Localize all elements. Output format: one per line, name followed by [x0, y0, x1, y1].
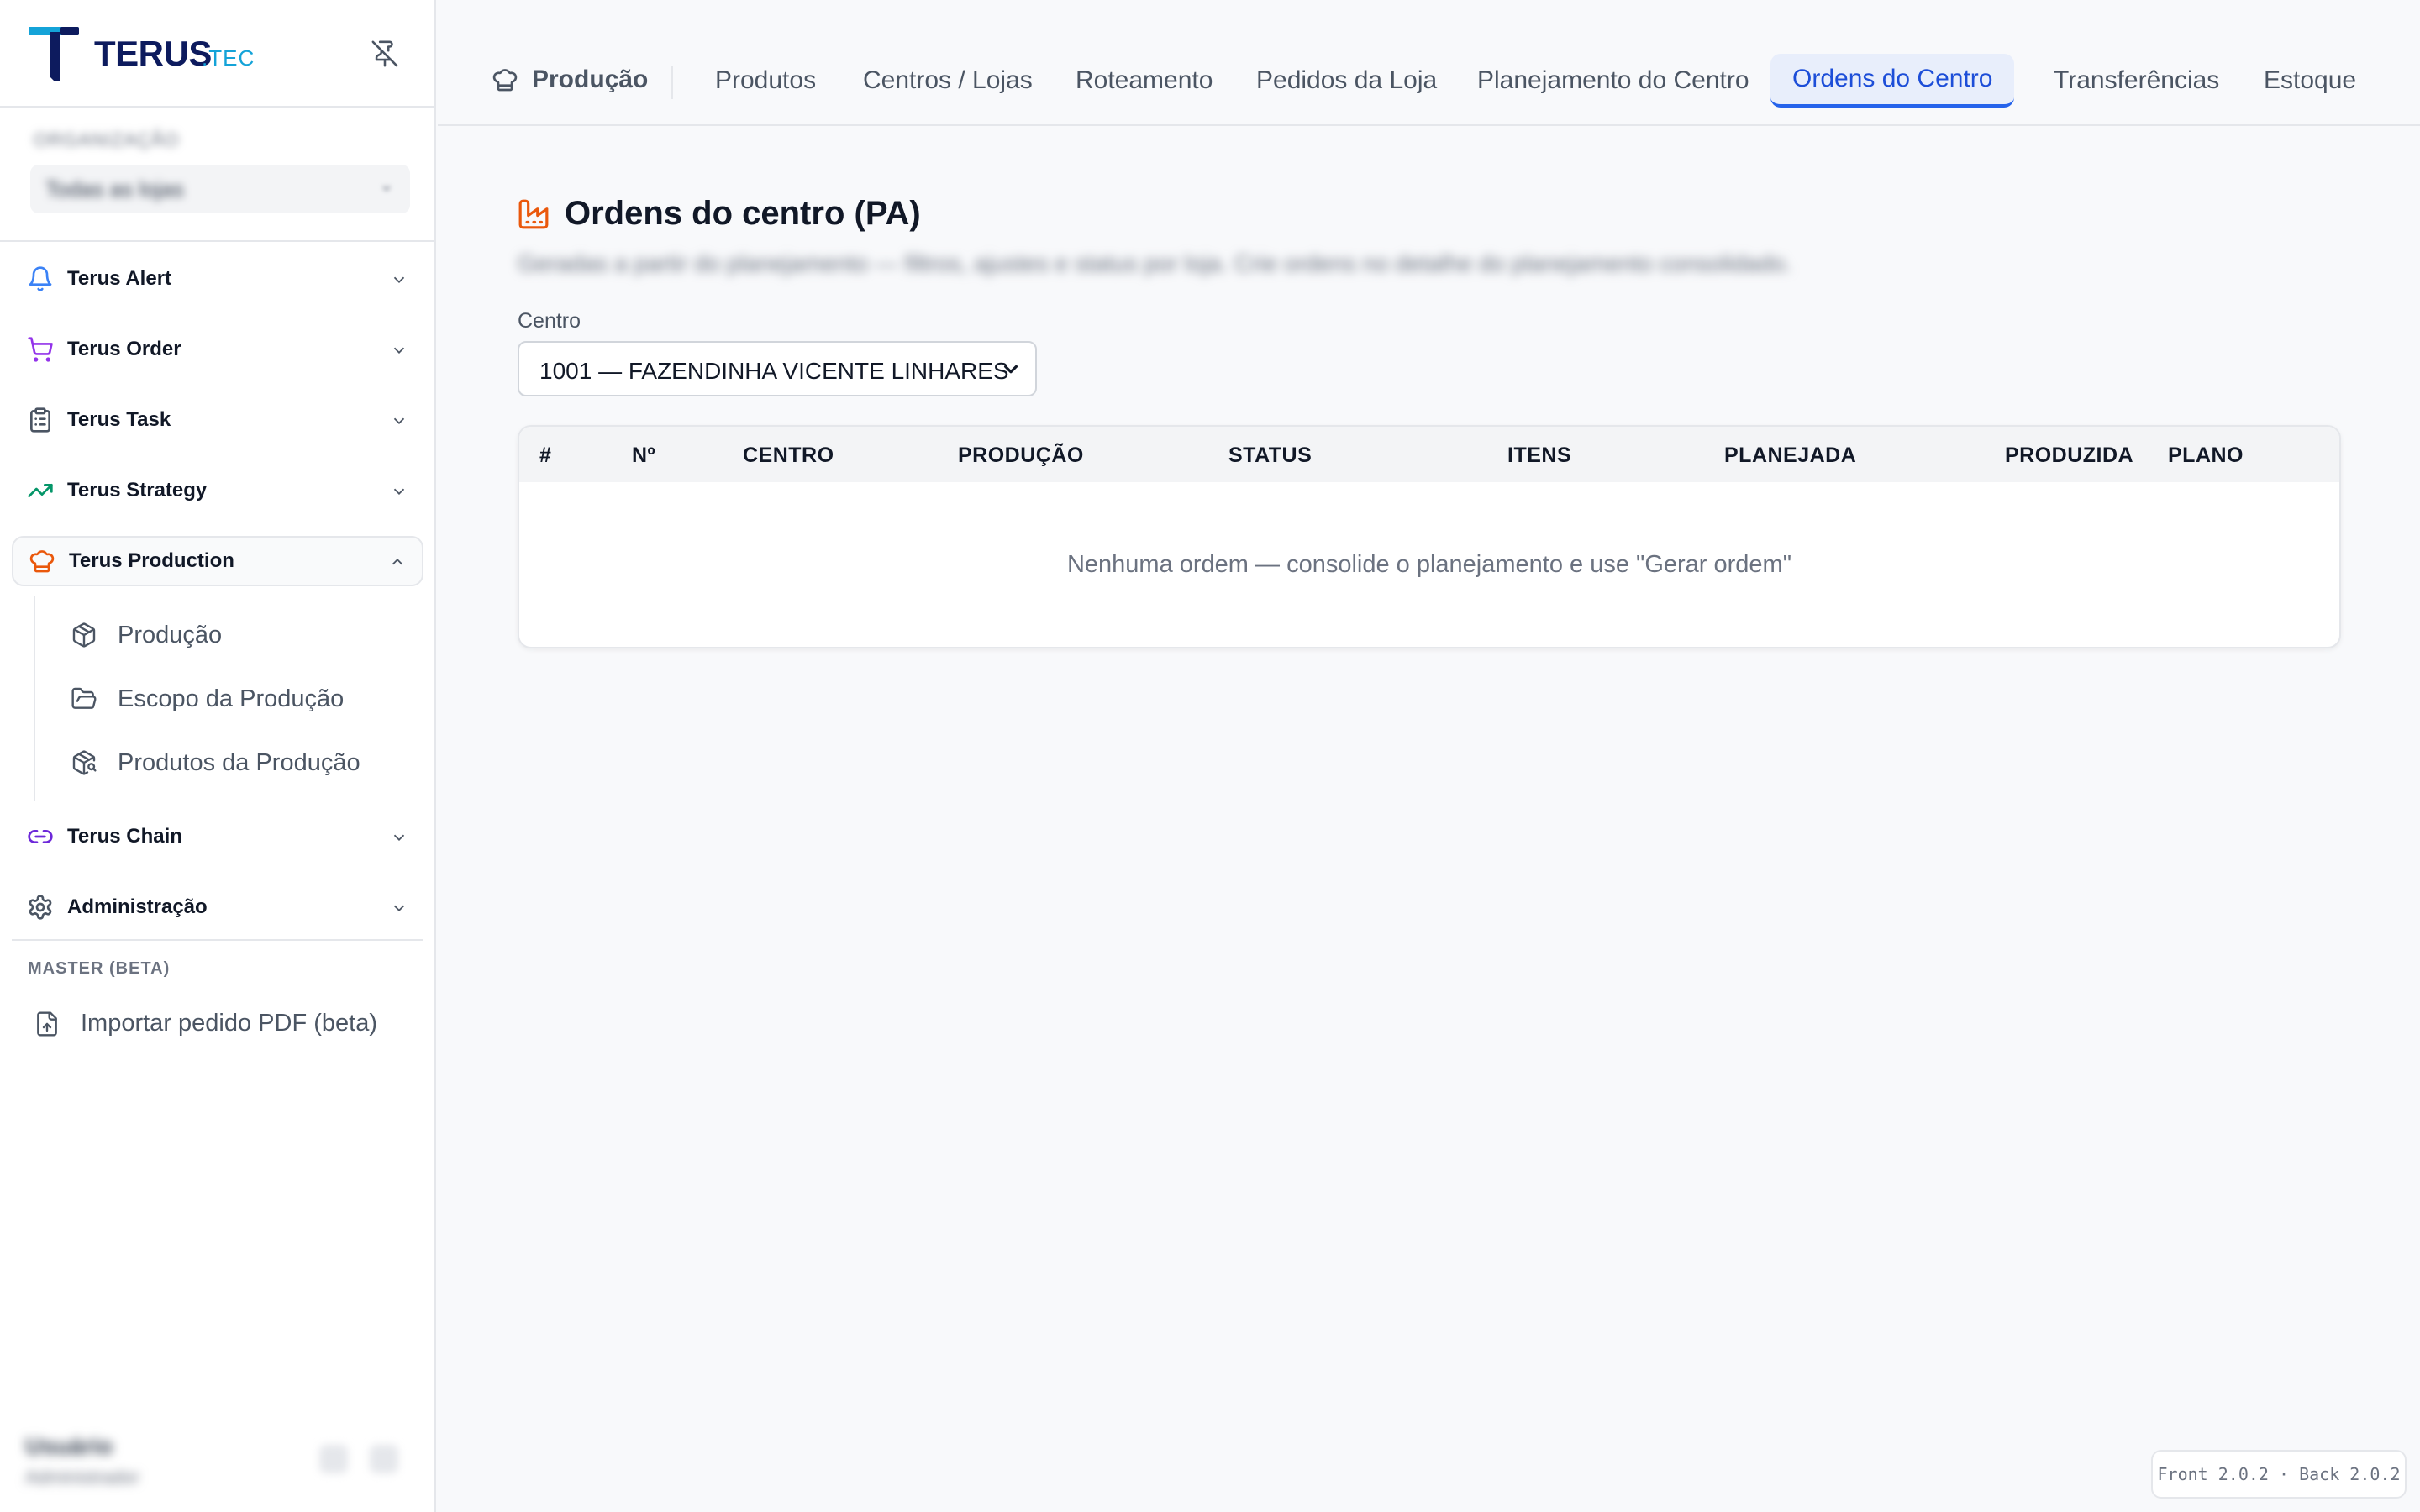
subnav-item-label: Produtos da Produção [118, 749, 360, 776]
top-nav: Produção Produtos Centros / Lojas Roteam… [438, 0, 2420, 126]
brand-suffix: .TEC [202, 45, 255, 71]
sidebar-item-terus-task[interactable]: Terus Task [12, 385, 424, 455]
package-search-icon [72, 750, 97, 775]
gear-icon [29, 895, 52, 920]
page-description: Geradas a partir do planejamento — filtr… [518, 250, 1792, 276]
chevron-down-icon [382, 186, 391, 192]
import-pdf-order-link[interactable]: Importar pedido PDF (beta) [12, 998, 424, 1052]
chevron-down-icon [393, 834, 405, 842]
pin-off-icon [371, 40, 398, 67]
page-header: Ordens do centro (PA) [518, 195, 921, 233]
sidebar-item-label: Terus Task [67, 408, 171, 431]
brand-name: TERUS [94, 34, 212, 73]
sidebar-item-administracao[interactable]: Administração [12, 872, 424, 942]
tab-estoque[interactable]: Estoque [2242, 54, 2378, 108]
tab-pedidos-da-loja[interactable]: Pedidos da Loja [1234, 54, 1459, 108]
logout-button[interactable] [370, 1445, 398, 1473]
table-header: # Nº CENTRO PRODUÇÃO STATUS ITENS PLANEJ… [519, 427, 2339, 482]
chevron-down-icon [393, 417, 405, 425]
version-badge: Front 2.0.2 · Back 2.0.2 [2151, 1450, 2407, 1499]
center-field-label: Centro [518, 309, 581, 333]
user-profile: Usuário Administrador [0, 1411, 436, 1512]
trending-up-icon [28, 484, 53, 497]
chevron-down-icon [1003, 365, 1018, 374]
tab-ordens-do-centro[interactable]: Ordens do Centro [1770, 54, 2015, 108]
subnav-item-producao[interactable]: Produção [35, 603, 424, 667]
master-section-label: MASTER (BETA) [28, 959, 171, 978]
organization-label: ORGANIZAÇÃO [34, 129, 180, 150]
unpin-sidebar-button[interactable] [368, 37, 402, 71]
sidebar-item-terus-strategy[interactable]: Terus Strategy [12, 455, 424, 526]
subnav-item-label: Escopo da Produção [118, 685, 345, 712]
tab-roteamento[interactable]: Roteamento [1054, 54, 1234, 108]
subnav-item-escopo-da-producao[interactable]: Escopo da Produção [35, 667, 424, 731]
clipboard-icon [30, 407, 50, 433]
column-header-status: STATUS [1228, 444, 1313, 467]
sidebar-item-label: Terus Order [67, 338, 182, 360]
sidebar-divider [12, 939, 424, 941]
subnav-item-produtos-da-producao[interactable]: Produtos da Produção [35, 731, 424, 795]
import-pdf-order-label: Importar pedido PDF (beta) [81, 1010, 377, 1037]
organization-select[interactable]: Todas as lojas [30, 165, 410, 213]
chef-hat-icon [29, 550, 55, 573]
bell-icon [29, 266, 52, 291]
sidebar-item-terus-chain[interactable]: Terus Chain [12, 801, 424, 872]
subnav-item-label: Produção [118, 622, 223, 648]
sidebar-item-terus-alert[interactable]: Terus Alert [12, 244, 424, 314]
column-header-produzida: PRODUZIDA [2005, 444, 2134, 467]
tab-centros-lojas[interactable]: Centros / Lojas [841, 54, 1055, 108]
sidebar-nav: Terus Alert Terus Order Terus Task Terus… [12, 244, 424, 942]
factory-icon [518, 199, 549, 228]
link-icon [28, 830, 53, 843]
user-role: Administrador [25, 1467, 139, 1488]
chevron-down-icon [393, 905, 405, 912]
file-upload-icon [37, 1011, 57, 1037]
sidebar-item-label: Terus Chain [67, 825, 182, 848]
sidebar-item-label: Terus Strategy [67, 479, 208, 501]
column-header-itens: ITENS [1507, 444, 1572, 467]
column-header-index: # [539, 444, 552, 467]
breadcrumb-separator [671, 66, 673, 99]
column-header-number: Nº [632, 444, 656, 467]
folder-open-icon [71, 687, 97, 709]
production-subnav: Produção Escopo da Produção Produtos da … [34, 596, 424, 801]
logo-row: TERUS .TEC [0, 0, 436, 108]
chevron-up-icon [392, 558, 403, 565]
cart-icon [28, 337, 53, 362]
tab-planejamento-do-centro[interactable]: Planejamento do Centro [1455, 54, 1771, 108]
breadcrumb-label: Produção [532, 66, 649, 93]
breadcrumb: Produção [492, 66, 648, 94]
tab-transferencias[interactable]: Transferências [2032, 54, 2241, 108]
center-select-value: 1001 — FAZENDINHA VICENTE LINHARES [539, 358, 1009, 384]
sidebar-item-terus-order[interactable]: Terus Order [12, 314, 424, 385]
column-header-producao: PRODUÇÃO [958, 444, 1084, 467]
column-header-planejada: PLANEJADA [1724, 444, 1857, 467]
column-header-centro: CENTRO [743, 444, 834, 467]
chevron-down-icon [393, 347, 405, 354]
sidebar-item-label: Administração [67, 895, 208, 918]
box-icon [72, 622, 96, 648]
column-header-plano: PLANO [2168, 444, 2244, 467]
user-settings-button[interactable] [319, 1445, 348, 1473]
empty-state-message: Nenhuma ordem — consolide o planejamento… [1066, 551, 1792, 578]
organization-selector: ORGANIZAÇÃO Todas as lojas [0, 108, 436, 242]
orders-table: # Nº CENTRO PRODUÇÃO STATUS ITENS PLANEJ… [518, 425, 2341, 648]
user-name: Usuário [25, 1433, 113, 1459]
sidebar: TERUS .TEC ORGANIZAÇÃO Todas as lojas Te… [0, 0, 436, 1512]
chevron-down-icon [393, 488, 405, 496]
page-title: Ordens do centro (PA) [565, 195, 921, 232]
sidebar-item-terus-production[interactable]: Terus Production [12, 536, 424, 586]
sidebar-item-label: Terus Production [69, 549, 234, 572]
tab-produtos[interactable]: Produtos [693, 54, 838, 108]
center-select[interactable]: 1001 — FAZENDINHA VICENTE LINHARES [518, 341, 1037, 396]
sidebar-item-label: Terus Alert [67, 267, 172, 290]
chevron-down-icon [393, 276, 405, 284]
terus-logo-icon [29, 27, 79, 81]
organization-value: Todas as lojas [45, 176, 184, 202]
chef-hat-icon [492, 69, 518, 92]
